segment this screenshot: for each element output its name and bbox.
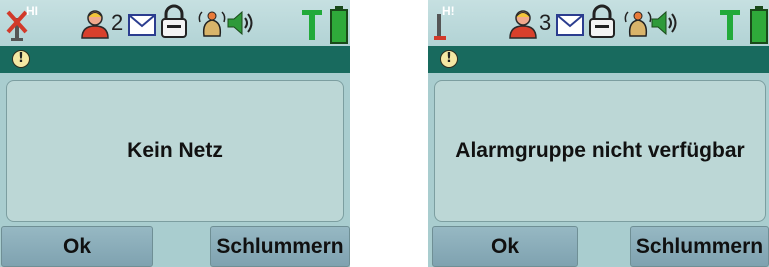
phone-screen-left: HI 2 ! Kein Netz Ok Schlummern bbox=[0, 0, 350, 267]
battery-icon bbox=[330, 6, 348, 44]
lock-icon bbox=[161, 4, 187, 38]
lock-icon bbox=[589, 4, 615, 38]
ok-softkey[interactable]: Ok bbox=[1, 226, 153, 267]
signal-icon bbox=[302, 10, 322, 40]
mail-icon bbox=[128, 14, 156, 36]
speaker-icon bbox=[651, 10, 677, 36]
dialog-body: Kein Netz bbox=[6, 80, 344, 222]
phone-screen-right: H! 3 ! Alarmgruppe nicht verfügbar Ok Sc… bbox=[428, 0, 769, 267]
battery-icon bbox=[750, 6, 768, 44]
status-bar: H! 3 bbox=[428, 0, 769, 46]
user-icon bbox=[509, 10, 537, 39]
snooze-softkey[interactable]: Schlummern bbox=[210, 226, 350, 267]
user-count: 2 bbox=[111, 10, 124, 35]
antenna-crossed-icon bbox=[6, 10, 28, 41]
info-icon: ! bbox=[12, 50, 30, 68]
alarm-bell-icon bbox=[198, 11, 226, 37]
mail-icon bbox=[556, 14, 584, 36]
status-bar: HI 2 bbox=[0, 0, 350, 46]
dialog-message: Alarmgruppe nicht verfügbar bbox=[455, 139, 745, 162]
dialog-title-bar: ! bbox=[0, 46, 350, 73]
hi-indicator: HI bbox=[26, 4, 38, 18]
hi-indicator: H! bbox=[442, 4, 455, 18]
signal-icon bbox=[720, 10, 740, 40]
dialog-body: Alarmgruppe nicht verfügbar bbox=[434, 80, 766, 222]
dialog-title-bar: ! bbox=[428, 46, 769, 73]
user-count: 3 bbox=[539, 10, 552, 35]
snooze-softkey[interactable]: Schlummern bbox=[630, 226, 769, 267]
speaker-icon bbox=[227, 10, 253, 36]
user-icon bbox=[81, 10, 109, 39]
ok-softkey[interactable]: Ok bbox=[432, 226, 578, 267]
info-icon: ! bbox=[440, 50, 458, 68]
dialog-message: Kein Netz bbox=[127, 139, 223, 162]
